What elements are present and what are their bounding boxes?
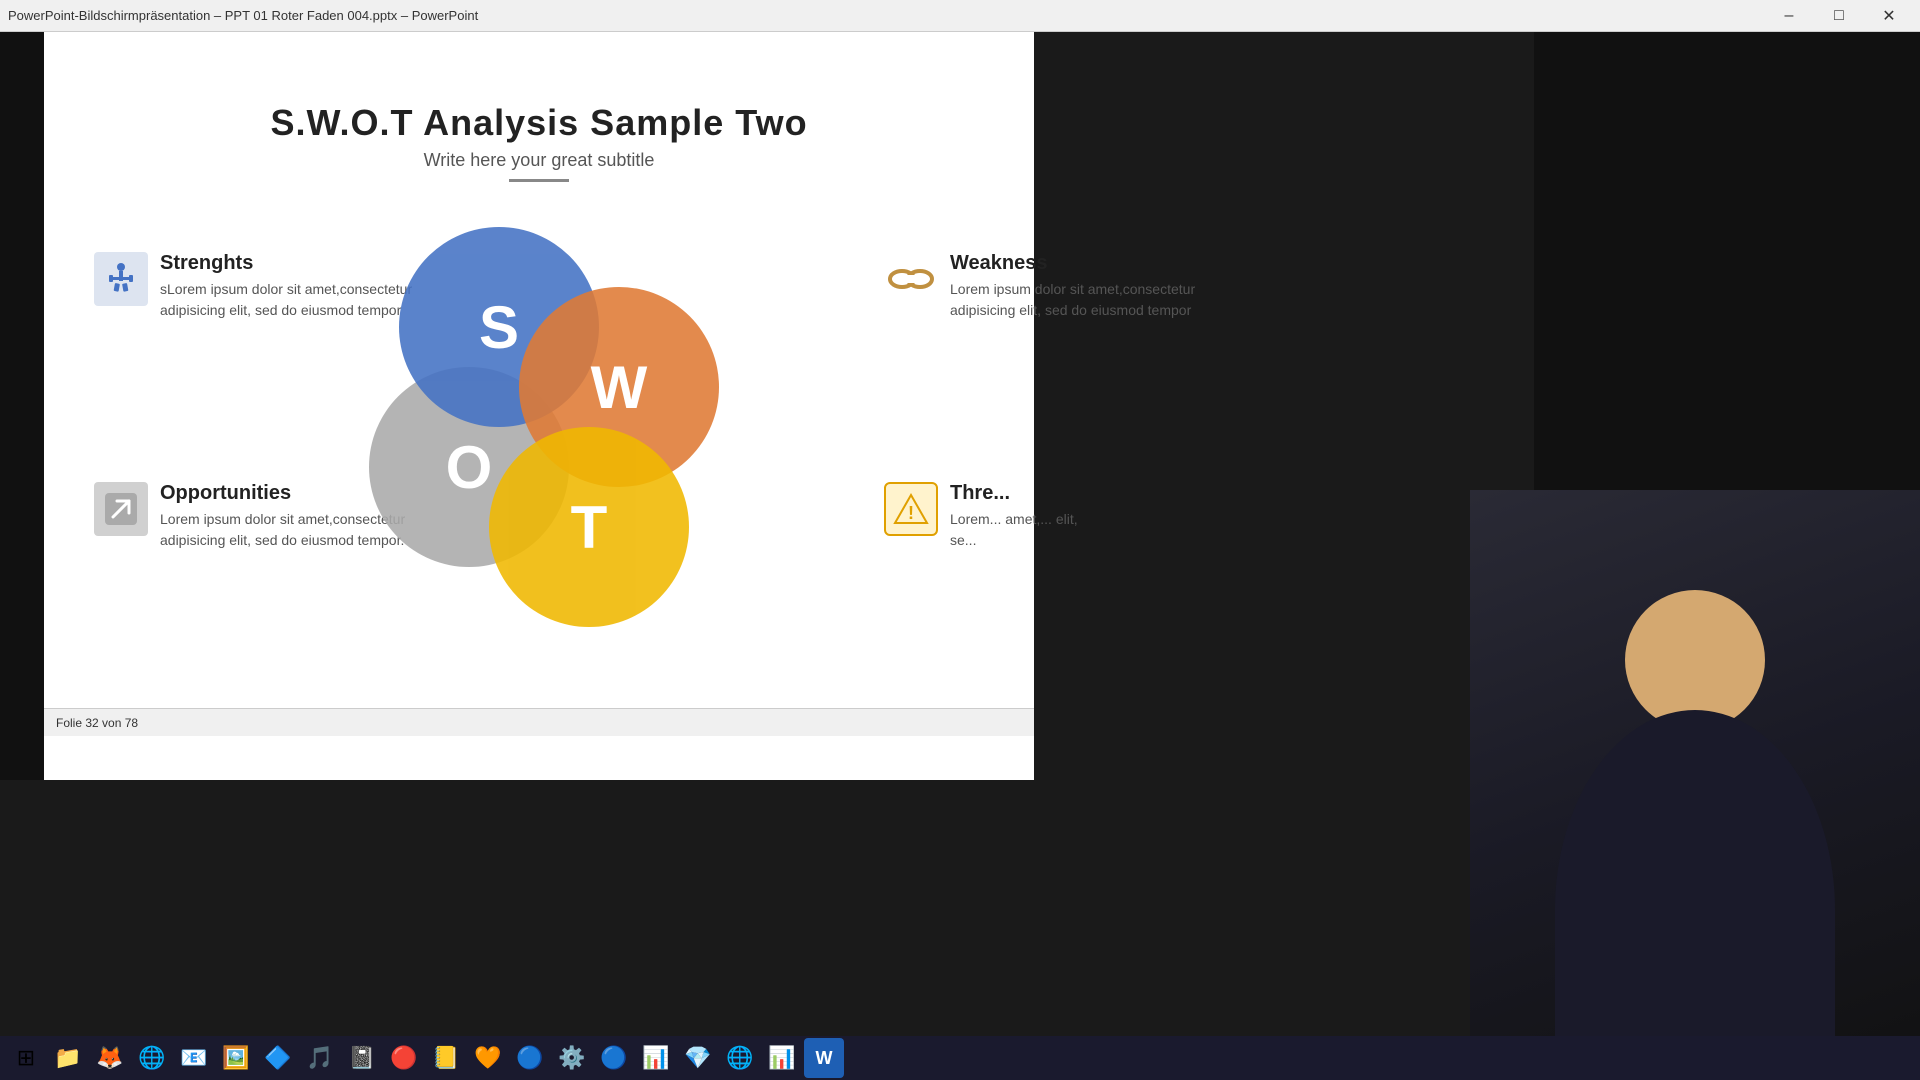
camera-overlay xyxy=(1470,490,1920,1080)
taskbar-word-icon[interactable]: W xyxy=(804,1038,844,1078)
maximize-button[interactable]: □ xyxy=(1816,2,1862,30)
title-bar-text: PowerPoint-Bildschirmpräsentation – PPT … xyxy=(8,8,478,23)
threats-icon: ! xyxy=(884,482,938,536)
slide-content: S.W.O.T Analysis Sample Two Write here y… xyxy=(44,32,1034,780)
status-text: Folie 32 von 78 xyxy=(56,716,138,730)
taskbar-start-icon[interactable]: ⊞ xyxy=(6,1038,46,1078)
person-head xyxy=(1625,590,1765,730)
taskbar-app13-icon[interactable]: ⚙️ xyxy=(552,1038,592,1078)
person-body xyxy=(1555,710,1835,1080)
weakness-section: Weakness Lorem ipsum dolor sit amet,cons… xyxy=(884,252,1204,321)
left-panel xyxy=(0,32,44,780)
weakness-body: Lorem ipsum dolor sit amet,consectetur a… xyxy=(950,279,1204,321)
threats-body: Lorem... amet,... elit, se... xyxy=(950,509,1104,551)
taskbar-app11-icon[interactable]: 🧡 xyxy=(468,1038,508,1078)
subtitle-underline xyxy=(509,179,569,182)
taskbar-app10-icon[interactable]: 📒 xyxy=(426,1038,466,1078)
taskbar-app5-icon[interactable]: 🖼️ xyxy=(216,1038,256,1078)
taskbar: ⊞ 📁 🦊 🌐 📧 🖼️ 🔷 🎵 📓 🔴 📒 🧡 🔵 ⚙️ 🔵 📊 💎 🌐 📊 … xyxy=(0,1036,1920,1080)
weakness-text: Weakness Lorem ipsum dolor sit amet,cons… xyxy=(950,252,1204,321)
taskbar-app9-icon[interactable]: 🔴 xyxy=(384,1038,424,1078)
status-bar: Folie 32 von 78 xyxy=(44,708,1034,736)
title-bar: PowerPoint-Bildschirmpräsentation – PPT … xyxy=(0,0,1920,32)
weakness-heading: Weakness xyxy=(950,252,1204,275)
taskbar-app12-icon[interactable]: 🔵 xyxy=(510,1038,550,1078)
presenter-video xyxy=(1470,490,1920,1080)
strengths-icon xyxy=(94,252,148,306)
taskbar-excel-icon[interactable]: 📊 xyxy=(636,1038,676,1078)
taskbar-firefox-icon[interactable]: 🦊 xyxy=(90,1038,130,1078)
opportunities-icon xyxy=(94,482,148,536)
taskbar-onenote-icon[interactable]: 📓 xyxy=(342,1038,382,1078)
taskbar-app18-icon[interactable]: 📊 xyxy=(762,1038,802,1078)
title-bar-buttons: – □ ✕ xyxy=(1766,2,1912,30)
circle-t: T xyxy=(489,427,689,627)
taskbar-app14-icon[interactable]: 🔵 xyxy=(594,1038,634,1078)
taskbar-app16-icon[interactable]: 💎 xyxy=(678,1038,718,1078)
taskbar-app7-icon[interactable]: 🎵 xyxy=(300,1038,340,1078)
weakness-icon xyxy=(884,252,938,306)
taskbar-chrome-icon[interactable]: 🌐 xyxy=(132,1038,172,1078)
slide-title: S.W.O.T Analysis Sample Two xyxy=(84,102,994,144)
threats-section: ! Thre... Lorem... amet,... elit, se... xyxy=(884,482,1104,551)
taskbar-explorer-icon[interactable]: 📁 xyxy=(48,1038,88,1078)
threats-text: Thre... Lorem... amet,... elit, se... xyxy=(950,482,1104,551)
svg-text:!: ! xyxy=(908,503,914,523)
taskbar-outlook-icon[interactable]: 📧 xyxy=(174,1038,214,1078)
venn-diagram: S W O T xyxy=(339,227,739,647)
slide-subtitle: Write here your great subtitle xyxy=(84,150,994,171)
minimize-button[interactable]: – xyxy=(1766,2,1812,30)
slide-area: S.W.O.T Analysis Sample Two Write here y… xyxy=(44,32,1034,780)
taskbar-app6-icon[interactable]: 🔷 xyxy=(258,1038,298,1078)
threats-heading: Thre... xyxy=(950,482,1104,505)
close-button[interactable]: ✕ xyxy=(1866,2,1912,30)
taskbar-app17-icon[interactable]: 🌐 xyxy=(720,1038,760,1078)
